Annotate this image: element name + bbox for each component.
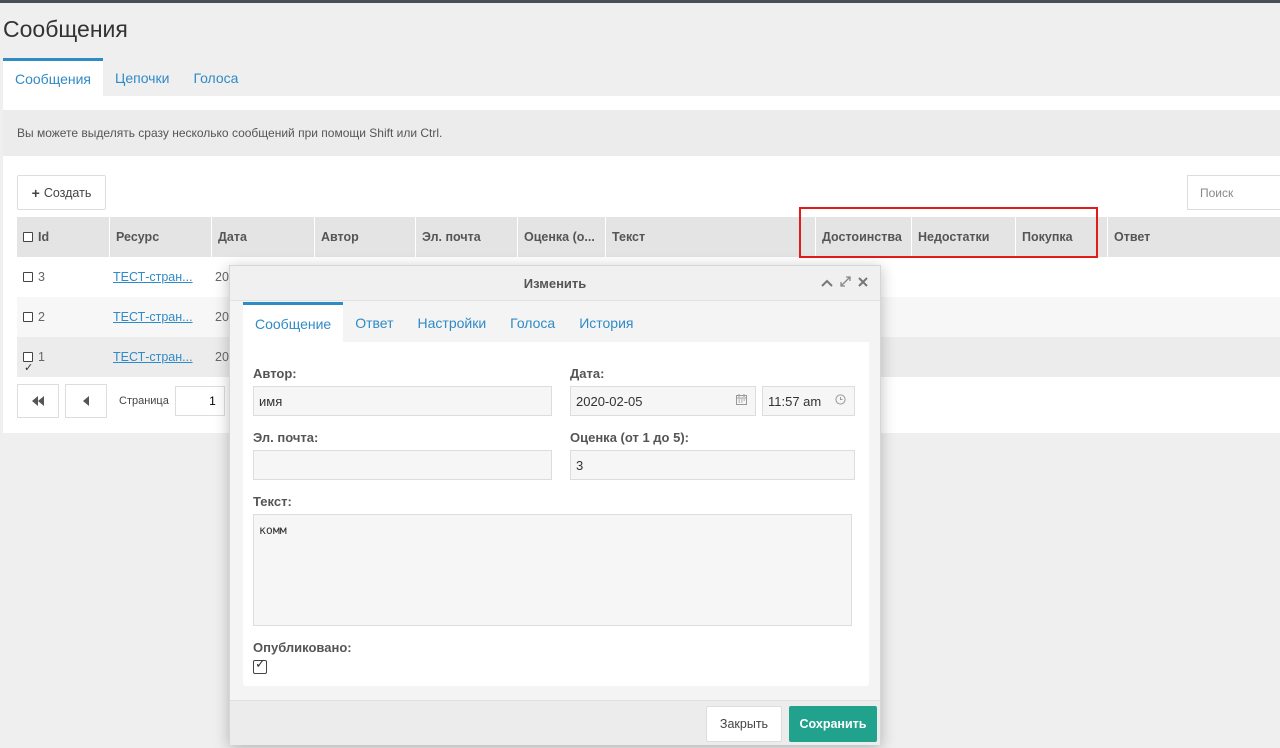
row-date: 20 [215, 270, 229, 284]
tab-settings[interactable]: Настройки [406, 302, 499, 342]
edit-dialog: Изменить Сообщение Ответ Настройки Голос… [229, 265, 881, 745]
row-checkbox[interactable] [23, 348, 33, 388]
tab-answer[interactable]: Ответ [343, 302, 405, 342]
row-checkbox[interactable] [23, 272, 33, 282]
left-icon [83, 396, 89, 406]
tab-message[interactable]: Сообщение [243, 302, 344, 342]
plus-icon: + [31, 184, 40, 201]
author-input[interactable]: имя [253, 386, 552, 416]
row-date: 20 [215, 310, 229, 324]
rating-label: Оценка (от 1 до 5): [570, 430, 689, 445]
row-checkbox[interactable] [23, 312, 33, 322]
tab-dialog-votes[interactable]: Голоса [498, 302, 567, 342]
time-input[interactable]: 11:57 am [762, 386, 855, 416]
text-label: Текст: [253, 494, 292, 509]
date-label: Дата: [570, 366, 605, 381]
calendar-icon[interactable] [736, 394, 747, 408]
author-label: Автор: [253, 366, 297, 381]
dialog-footer: Закрыть Сохранить [230, 700, 880, 745]
page-title: Сообщения [3, 16, 128, 42]
double-left-icon [32, 396, 44, 406]
col-id[interactable]: Id [17, 217, 109, 257]
resource-link[interactable]: ТЕСТ-стран... [113, 350, 193, 364]
prev-page-button[interactable] [65, 384, 107, 418]
tab-messages[interactable]: Сообщения [3, 58, 103, 96]
col-date[interactable]: Дата [211, 217, 314, 257]
dialog-title: Изменить [523, 276, 587, 291]
clock-icon[interactable] [835, 394, 846, 408]
col-text[interactable]: Текст [605, 217, 815, 257]
tab-history[interactable]: История [567, 302, 645, 342]
save-button[interactable]: Сохранить [789, 706, 877, 742]
close-button[interactable]: Закрыть [706, 706, 782, 742]
published-checkbox[interactable] [253, 656, 267, 674]
row-date: 20 [215, 350, 229, 364]
select-all-checkbox[interactable] [23, 232, 33, 242]
published-label: Опубликовано: [253, 640, 352, 655]
tab-votes[interactable]: Голоса [181, 58, 250, 96]
col-disadvantages[interactable]: Недостатки [911, 217, 1015, 257]
dialog-body: Автор: имя Дата: 2020-02-05 11:57 am Эл.… [243, 342, 869, 686]
col-email[interactable]: Эл. почта [415, 217, 517, 257]
email-label: Эл. почта: [253, 430, 319, 445]
resource-link[interactable]: ТЕСТ-стран... [113, 270, 193, 284]
pagination: Страница из [17, 384, 242, 418]
col-rating[interactable]: Оценка (о... [517, 217, 605, 257]
date-input[interactable]: 2020-02-05 [570, 386, 756, 416]
info-message: Вы можете выделять сразу несколько сообщ… [3, 110, 1280, 156]
col-resource[interactable]: Ресурс [109, 217, 211, 257]
tab-threads[interactable]: Цепочки [103, 58, 181, 96]
close-icon[interactable] [858, 266, 868, 301]
create-button[interactable]: + Создать [17, 175, 106, 210]
first-page-button[interactable] [17, 384, 59, 418]
dialog-tabs: Сообщение Ответ Настройки Голоса История [243, 302, 646, 342]
page-input[interactable] [174, 386, 225, 416]
search-input[interactable] [1187, 175, 1280, 210]
top-bar [0, 0, 1280, 3]
col-author[interactable]: Автор [314, 217, 415, 257]
dialog-header[interactable]: Изменить [230, 266, 880, 301]
grid-header: Id Ресурс Дата Автор Эл. почта Оценка (о… [17, 217, 1280, 257]
main-tabs: Сообщения Цепочки Голоса [3, 58, 250, 96]
collapse-icon[interactable] [821, 266, 833, 301]
col-purchase[interactable]: Покупка [1015, 217, 1107, 257]
email-input[interactable] [253, 450, 552, 480]
col-answer[interactable]: Ответ [1107, 217, 1280, 257]
page-label: Страница [119, 395, 169, 407]
resource-link[interactable]: ТЕСТ-стран... [113, 310, 193, 324]
col-advantages[interactable]: Достоинства [815, 217, 911, 257]
maximize-icon[interactable] [840, 266, 851, 301]
create-button-label: Создать [43, 185, 92, 200]
text-area[interactable]: комм [253, 514, 852, 626]
rating-input[interactable]: 3 [570, 450, 855, 480]
